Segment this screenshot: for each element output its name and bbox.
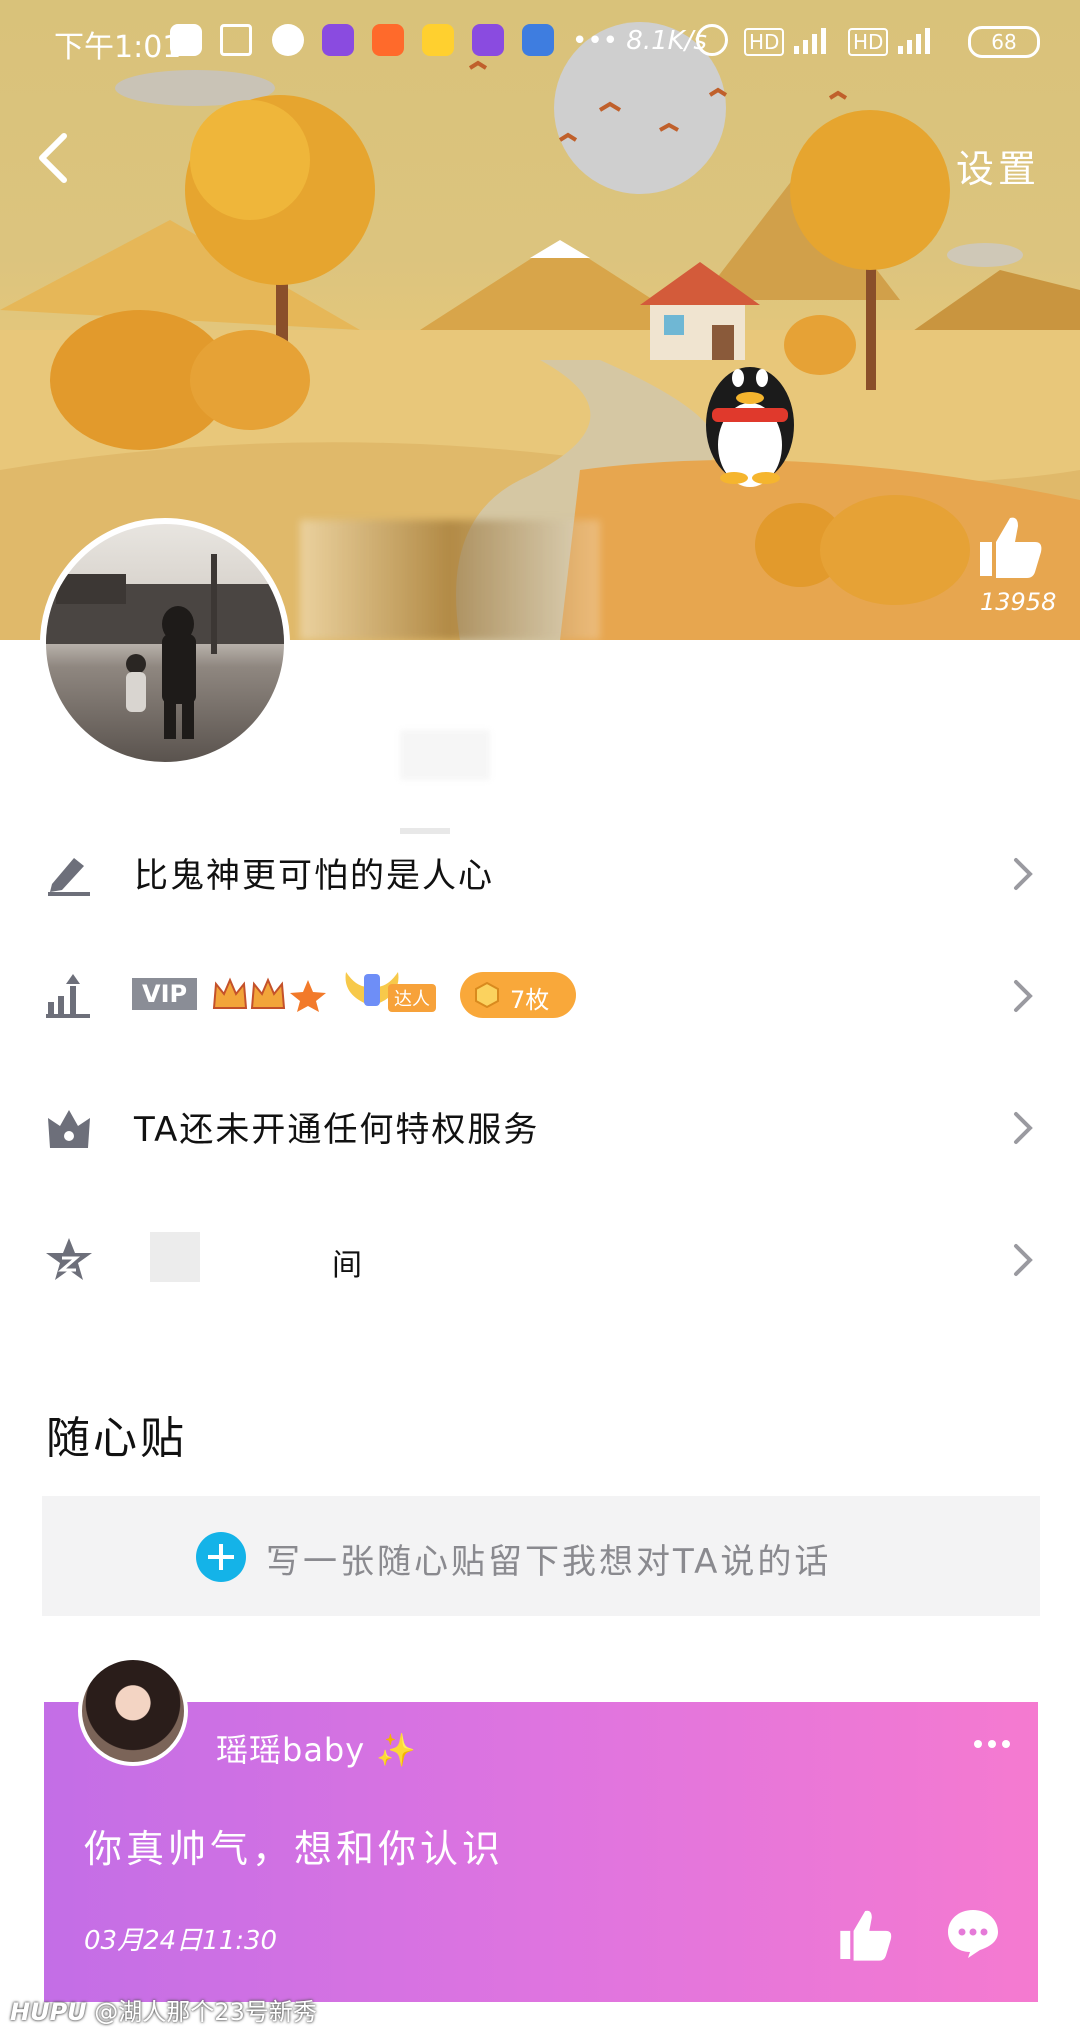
badge-count: 7枚 [510, 986, 550, 1014]
status-time: 下午1:01 [54, 30, 182, 65]
more-options-icon[interactable] [972, 1738, 1012, 1750]
mi-icon [372, 24, 404, 56]
note-author-name[interactable]: 瑶瑶baby ✨ [216, 1725, 417, 1771]
level-up-icon [46, 974, 90, 1018]
qzone-text: 间 [332, 1248, 362, 1283]
medal-icon [475, 982, 499, 1008]
thumbs-up-icon [980, 517, 1042, 578]
settings-button[interactable]: 设置 [956, 138, 1040, 193]
video-app-icon [322, 24, 354, 56]
write-note-prompt: 写一张随心贴留下我想对TA说的话 [266, 1542, 832, 1582]
chevron-left-icon [39, 133, 67, 183]
chevron-right-icon [1014, 1112, 1033, 1144]
crown-icon [48, 1110, 90, 1148]
signature-row[interactable]: 比鬼神更可怕的是人心 [0, 818, 1080, 928]
note-timestamp: 03月24日11:30 [84, 1926, 278, 1956]
calendar-icon [220, 24, 252, 56]
watermark-brand: HUPU [10, 1998, 87, 2026]
section-title: 随心贴 [46, 1413, 187, 1464]
expert-label: 达人 [388, 984, 436, 1012]
blurred-text [400, 730, 490, 780]
battery-indicator: 68 [968, 26, 1040, 58]
signal-icon-2 [898, 28, 930, 54]
app-icon [272, 24, 304, 56]
watermark-text: @湖人那个23号新秀 [94, 1998, 317, 2026]
video-app-icon-2 [472, 24, 504, 56]
profile-avatar[interactable] [40, 518, 290, 768]
badge-count-pill[interactable]: 7枚 [460, 972, 576, 1018]
note-like-button[interactable] [836, 1906, 896, 1964]
crown-level-icon [212, 977, 326, 1012]
watermark: HUPU @湖人那个23号新秀 [10, 1992, 317, 2027]
note-author-avatar[interactable] [78, 1656, 188, 1766]
game-app-icon [422, 24, 454, 56]
qzone-row[interactable]: 间 [0, 1204, 1080, 1314]
chevron-right-icon [1014, 980, 1033, 1012]
like-button[interactable] [976, 512, 1046, 582]
network-speed: ••• 8.1K/s [572, 26, 707, 56]
message-icon [170, 24, 202, 56]
blurred-nickname [300, 520, 600, 640]
status-bar: 下午1:01 ••• 8.1K/s HD HD 68 [0, 0, 1080, 82]
signal-icon [794, 28, 826, 54]
thumbs-up-icon [840, 1910, 892, 1961]
vip-badge: VIP [132, 978, 198, 1010]
note-comment-button[interactable] [946, 1908, 1000, 1960]
chevron-right-icon [1014, 858, 1033, 890]
qzone-star-icon [46, 1238, 92, 1280]
store-app-icon [522, 24, 554, 56]
avatar-photo [46, 554, 284, 739]
level-row[interactable]: VIP 达人 7枚 [0, 940, 1080, 1050]
expert-badge: 达人 [342, 966, 440, 1018]
alarm-icon [696, 24, 728, 56]
like-count: 13958 [980, 588, 1057, 616]
privilege-text: TA还未开通任何特权服务 [134, 1110, 540, 1150]
plus-icon [196, 1532, 246, 1582]
blurred-name [150, 1232, 200, 1282]
hd-icon-2: HD [848, 28, 889, 56]
chevron-right-icon [1014, 1244, 1033, 1276]
pencil-icon [48, 858, 90, 896]
hd-icon: HD [744, 28, 785, 56]
note-username: 瑶瑶baby [216, 1731, 366, 1769]
signature-text: 比鬼神更可怕的是人心 [134, 856, 494, 896]
sparkle-icon: ✨ [376, 1731, 418, 1769]
privilege-row[interactable]: TA还未开通任何特权服务 [0, 1072, 1080, 1182]
back-button[interactable] [28, 128, 78, 188]
note-message: 你真帅气，想和你认识 [84, 1827, 505, 1871]
